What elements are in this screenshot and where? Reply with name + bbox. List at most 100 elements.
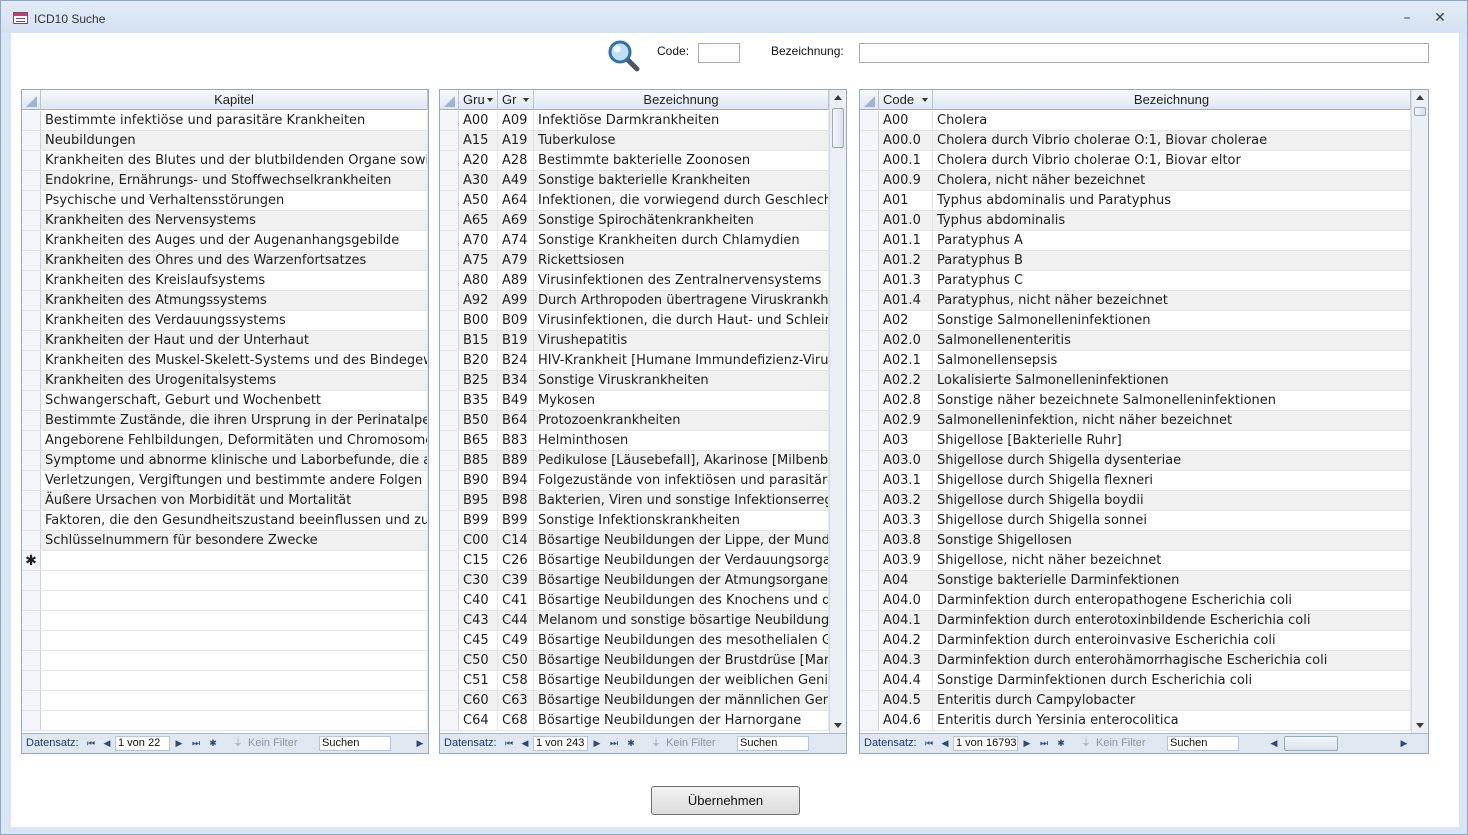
row-selector[interactable] [440,271,459,290]
row-selector[interactable] [22,291,41,310]
row-selector[interactable] [440,211,459,230]
kapitel-cell[interactable]: Symptome und abnorme klinische und Labor… [41,451,428,470]
gruppe-von-cell[interactable]: A30 [459,171,498,190]
sort-dropdown-icon[interactable] [922,98,928,102]
row-selector[interactable] [22,411,41,430]
scroll-right-icon[interactable]: ▶ [414,734,426,753]
gruppe-bis-cell[interactable]: C49 [498,631,534,650]
row-selector[interactable] [22,351,41,370]
gruppe-bezeichnung-cell[interactable]: Sonstige Krankheiten durch Chlamydien [534,231,829,250]
gruppe-bezeichnung-cell[interactable]: Bösartige Neubildungen der Verdauungsorg… [534,551,829,570]
new-record-icon[interactable]: ✱ [207,734,219,753]
row-selector[interactable] [22,431,41,450]
row-selector[interactable] [860,511,879,530]
row-selector[interactable] [22,451,41,470]
row-selector[interactable] [22,491,41,510]
gruppe-von-cell[interactable]: B15 [459,331,498,350]
row-selector[interactable] [440,571,459,590]
table-row[interactable]: A50 A64 Infektionen, die vorwiegend durch … [440,191,829,211]
row-selector[interactable] [440,191,459,210]
table-row[interactable]: A04.4 Sonstige Darminfektionen durch Esch… [860,671,1411,691]
close-button[interactable]: ✕ [1429,9,1451,27]
row-selector[interactable] [22,111,41,130]
row-selector[interactable] [860,271,879,290]
code-cell[interactable]: A01 [879,191,933,210]
gruppe-bis-cell[interactable]: A28 [498,151,534,170]
table-row[interactable]: A75 A79 Rickettsiosen [440,251,829,271]
code-cell[interactable]: A00.9 [879,171,933,190]
first-record-icon[interactable]: ⏮ [923,734,935,753]
kapitel-cell[interactable]: Krankheiten des Auges und der Augenanhan… [41,231,428,250]
table-row[interactable]: A70 A74 Sonstige Krankheiten durch Chlamyd… [440,231,829,251]
gruppe-bezeichnung-cell[interactable]: Pedikulose [Läusebefall], Akarinose [Mil… [534,451,829,470]
row-selector[interactable] [440,331,459,350]
kapitel-cell[interactable]: Krankheiten des Blutes und der blutbilde… [41,151,428,170]
table-row[interactable]: Angeborene Fehlbildungen, Deformitäten u… [22,431,428,451]
column-header-kapitel[interactable]: Kapitel [41,90,428,110]
kapitel-cell[interactable]: Krankheiten des Urogenitalsystems [41,371,428,390]
code-bezeichnung-cell[interactable]: Paratyphus A [933,231,1411,250]
row-selector[interactable] [22,251,41,270]
gruppe-bezeichnung-cell[interactable]: Bösartige Neubildungen der Brustdrüse [M… [534,651,829,670]
row-selector[interactable] [440,291,459,310]
row-selector[interactable] [860,431,879,450]
row-selector[interactable] [440,671,459,690]
gruppe-bezeichnung-cell[interactable]: Bösartige Neubildungen der Harnorgane [534,711,829,730]
kein-filter-button[interactable]: Kein Filter [1096,734,1146,753]
row-selector[interactable] [22,171,41,190]
table-row[interactable]: A01.4 Paratyphus, nicht näher bezeichnet [860,291,1411,311]
table-row[interactable]: B90 B94 Folgezustände von infektiösen und … [440,471,829,491]
code-bezeichnung-cell[interactable]: Cholera durch Vibrio cholerae O:1, Biova… [933,131,1411,150]
table-row[interactable]: A04.5 Enteritis durch Campylobacter [860,691,1411,711]
code-bezeichnung-cell[interactable]: Shigellose durch Shigella dysenteriae [933,451,1411,470]
gruppe-bezeichnung-cell[interactable]: Tuberkulose [534,131,829,150]
gruppe-bis-cell[interactable]: A89 [498,271,534,290]
code-bezeichnung-cell[interactable]: Enteritis durch Campylobacter [933,691,1411,710]
code-cell[interactable]: A01.4 [879,291,933,310]
gruppe-von-cell[interactable]: B65 [459,431,498,450]
code-bezeichnung-cell[interactable]: Enteritis durch Yersinia enterocolitica [933,711,1411,730]
gruppe-bezeichnung-cell[interactable]: Bösartige Neubildungen der männlichen Ge… [534,691,829,710]
gruppen-vertical-scrollbar[interactable] [829,90,846,733]
row-selector[interactable] [22,191,41,210]
table-row[interactable]: Symptome und abnorme klinische und Labor… [22,451,428,471]
gruppe-bis-cell[interactable]: C63 [498,691,534,710]
kapitel-cell[interactable]: Schwangerschaft, Geburt und Wochenbett [41,391,428,410]
code-cell[interactable]: A02.0 [879,331,933,350]
gruppe-von-cell[interactable]: A20 [459,151,498,170]
gruppe-bis-cell[interactable]: A69 [498,211,534,230]
code-bezeichnung-cell[interactable]: Darminfektion durch enterohämorrhagische… [933,651,1411,670]
table-row[interactable]: A03.2 Shigellose durch Shigella boydii [860,491,1411,511]
table-row[interactable]: C50 C50 Bösartige Neubildungen der Brustdr… [440,651,829,671]
column-header-code[interactable]: Code [879,90,933,110]
row-selector[interactable] [440,231,459,250]
table-row[interactable]: Krankheiten des Ohres und des Warzenfort… [22,251,428,271]
select-all-button[interactable] [440,90,459,110]
kein-filter-button[interactable]: Kein Filter [666,734,716,753]
gruppe-von-cell[interactable]: B95 [459,491,498,510]
code-cell[interactable]: A03 [879,431,933,450]
new-record-icon[interactable]: ✱ [625,734,637,753]
table-row[interactable]: Krankheiten des Auges und der Augenanhan… [22,231,428,251]
gruppe-von-cell[interactable]: A75 [459,251,498,270]
code-bezeichnung-cell[interactable]: Sonstige Salmonelleninfektionen [933,311,1411,330]
gruppe-von-cell[interactable]: C15 [459,551,498,570]
kapitel-cell[interactable]: Krankheiten des Kreislaufsystems [41,271,428,290]
row-selector[interactable] [860,151,879,170]
table-row[interactable]: Krankheiten des Atmungssystems [22,291,428,311]
search-box[interactable]: Suchen [319,736,391,751]
code-bezeichnung-cell[interactable]: Salmonelleninfektion, nicht näher bezeic… [933,411,1411,430]
table-row[interactable]: A01.0 Typhus abdominalis [860,211,1411,231]
gruppe-von-cell[interactable]: C43 [459,611,498,630]
gruppe-bis-cell[interactable]: B49 [498,391,534,410]
row-selector[interactable] [860,691,879,710]
current-record-input[interactable]: 1 von 22 [115,736,170,751]
table-row[interactable]: Bestimmte Zustände, die ihren Ursprung i… [22,411,428,431]
row-selector[interactable] [22,131,41,150]
table-row[interactable]: A80 A89 Virusinfektionen des Zentralnerven… [440,271,829,291]
scroll-thumb[interactable] [832,108,844,148]
gruppe-von-cell[interactable]: B50 [459,411,498,430]
gruppe-bis-cell[interactable]: B99 [498,511,534,530]
gruppe-von-cell[interactable]: B35 [459,391,498,410]
gruppe-bezeichnung-cell[interactable]: Virushepatitis [534,331,829,350]
